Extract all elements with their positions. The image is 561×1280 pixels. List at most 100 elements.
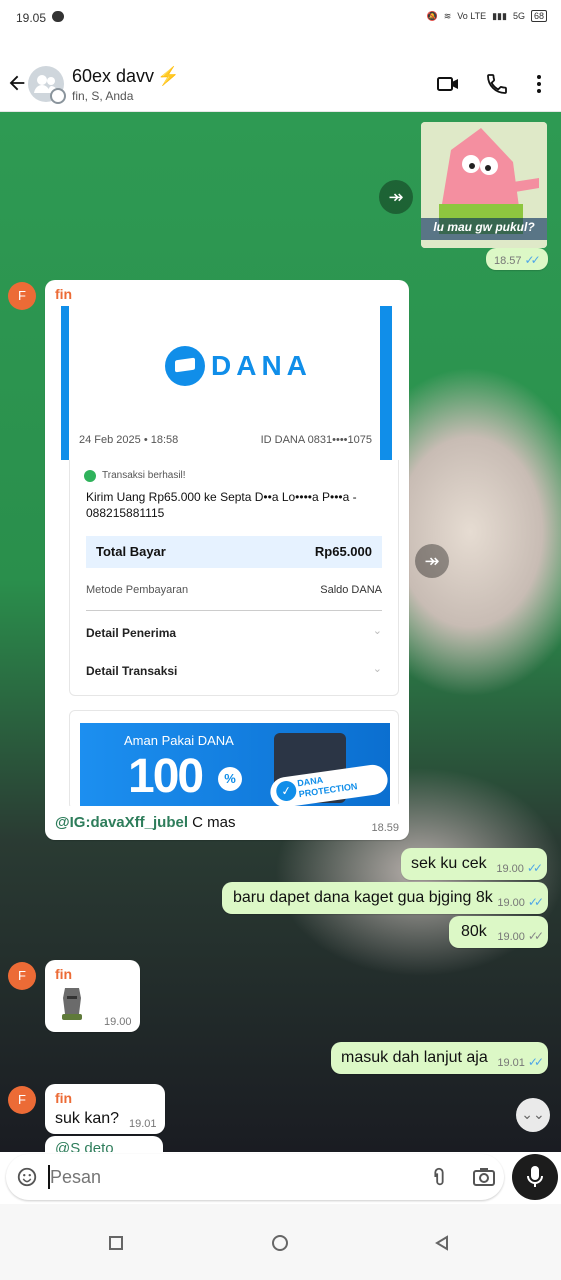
chat-area[interactable]: ↠ lu mau gw pukul? 18.57 ✓✓ F fin DANA 24… (0, 112, 561, 1152)
message-time: 19.00 (104, 1016, 132, 1028)
message-text: suk kan? (55, 1110, 120, 1127)
read-ticks-icon: ✓✓ (527, 895, 544, 909)
sender-name[interactable]: fin (55, 966, 72, 982)
net-label: 5G (512, 11, 525, 21)
message-out-2[interactable]: baru dapet dana kaget gua bjging 8k 19.0… (222, 882, 548, 914)
status-icons: 🔕 ≋ Vo LTE ▮▮▮ 5G 68 (426, 10, 547, 22)
dana-wallet-icon (165, 346, 205, 386)
battery-icon: 68 (530, 10, 547, 22)
moai-sticker-icon (62, 988, 82, 1020)
sticker-caption: lu mau gw pukul? (433, 220, 535, 234)
dana-id: ID DANA 0831••••1075 (260, 434, 372, 446)
method-label: Metode Pembayaran (86, 584, 189, 596)
message-out-1[interactable]: sek ku cek 19.00 ✓✓ (401, 848, 547, 880)
recents-button[interactable] (109, 1236, 123, 1250)
camera-icon[interactable] (472, 1166, 496, 1188)
message-time: 19.00 ✓✓ (497, 929, 544, 943)
total-label: Total Bayar (96, 544, 166, 559)
sticker-message-in[interactable]: fin 19.00 (45, 960, 140, 1032)
back-arrow-icon[interactable] (6, 72, 28, 94)
transaction-date: 24 Feb 2025 • 18:58 (79, 434, 179, 446)
message-text: masuk dah lanjut aja (341, 1049, 488, 1066)
sticker-message-out[interactable]: lu mau gw pukul? (421, 122, 547, 248)
double-chevron-down-icon: ⌄⌄ (521, 1106, 545, 1122)
message-time: 18.59 (371, 822, 399, 834)
detail-transaction: Detail Transaksi (86, 664, 178, 678)
status-bar: 19.05 🔕 ≋ Vo LTE ▮▮▮ 5G 68 (0, 0, 561, 36)
sticker-time-badge: 18.57 ✓✓ (486, 248, 548, 270)
message-out-4[interactable]: masuk dah lanjut aja 19.01 ✓✓ (331, 1042, 548, 1074)
message-in[interactable]: fin suk kan? 19.01 (45, 1084, 165, 1134)
mute-icon: 🔕 (426, 10, 438, 21)
wifi-icon: ≋ (443, 10, 452, 21)
method-value: Saldo DANA (320, 584, 382, 596)
dana-caption: @IG:davaXff_jubel C mas (55, 814, 236, 831)
banner-title: Aman Pakai DANA (124, 733, 234, 748)
partial-text: @S deto (55, 1140, 114, 1152)
volte-label: Vo LTE (457, 11, 487, 21)
sender-name[interactable]: fin (55, 286, 72, 302)
message-out-3[interactable]: 80k 19.00 ✓✓ (449, 916, 548, 948)
video-call-icon[interactable] (436, 72, 460, 96)
transfer-desc-1: Kirim Uang Rp65.000 ke Septa D••a Lo••••… (86, 490, 357, 504)
dana-brand-text: DANA (211, 350, 312, 381)
detail-receiver: Detail Penerima (86, 626, 177, 640)
more-options-icon[interactable] (527, 72, 551, 96)
scroll-down-button[interactable]: ⌄⌄ (516, 1098, 550, 1132)
banner-big-number: 100 (128, 750, 204, 803)
mention-link[interactable]: @IG:davaXff_jubel (55, 814, 188, 831)
sender-name[interactable]: fin (55, 1090, 72, 1106)
message-in-partial[interactable]: @S deto (45, 1136, 163, 1152)
microphone-icon (527, 1166, 543, 1187)
message-text: sek ku cek (411, 855, 487, 872)
group-members: fin, S, Anda (72, 89, 134, 103)
system-nav-bar (0, 1204, 561, 1280)
sender-avatar[interactable]: F (8, 1086, 36, 1114)
dana-logo: DANA (165, 346, 312, 386)
message-text: 80k (461, 923, 487, 940)
status-time: 19.05 (16, 11, 47, 25)
transfer-desc-2: 088215881115 (86, 506, 165, 520)
banner-background: Aman Pakai DANA 100 % DANA PROTECTION ✓ (80, 723, 390, 806)
group-name: 60ex davv (72, 66, 155, 86)
receipt-body: Transaksi berhasil! Kirim Uang Rp65.000 … (69, 460, 399, 696)
success-text: Transaksi berhasil! (102, 470, 186, 481)
status-ring-icon (50, 88, 66, 104)
message-time: 19.00 ✓✓ (496, 861, 543, 875)
signal-icon: ▮▮▮ (492, 10, 507, 21)
message-input-bar (6, 1154, 504, 1200)
chat-notification-icon (52, 11, 64, 22)
chevron-down-icon: ⌄ (372, 663, 382, 675)
dana-promo-banner: Aman Pakai DANA 100 % DANA PROTECTION ✓ (69, 710, 399, 806)
message-time: 19.01 ✓✓ (497, 1055, 544, 1069)
receipt-stripe-left (61, 306, 69, 460)
delivered-ticks-icon: ✓✓ (527, 929, 544, 943)
message-input[interactable] (50, 1162, 420, 1192)
sender-avatar[interactable]: F (8, 282, 36, 310)
total-value: Rp65.000 (314, 544, 372, 559)
receipt-stripe-right (380, 306, 392, 460)
forward-icon[interactable]: ↠ (379, 180, 413, 214)
message-time: 18.57 ✓✓ (494, 253, 541, 267)
read-ticks-icon: ✓✓ (526, 861, 543, 875)
voice-call-icon[interactable] (485, 72, 509, 96)
caption-text: C mas (188, 814, 236, 831)
back-button[interactable] (434, 1235, 450, 1251)
attach-paperclip-icon[interactable] (428, 1166, 450, 1188)
home-button[interactable] (272, 1235, 288, 1251)
shield-check-icon: ✓ (274, 779, 298, 803)
message-time: 19.01 (129, 1118, 157, 1130)
banner-percent: % (218, 767, 242, 791)
chevron-down-icon: ⌄ (372, 625, 382, 637)
voice-record-button[interactable] (512, 1154, 558, 1200)
read-ticks-icon: ✓✓ (527, 1055, 544, 1069)
sender-avatar[interactable]: F (8, 962, 36, 990)
group-title[interactable]: 60ex davv ⚡ (72, 66, 179, 87)
sticker-emoji-icon[interactable] (16, 1166, 38, 1188)
total-row: Total Bayar Rp65.000 (86, 536, 382, 568)
divider (86, 610, 382, 611)
lightning-emoji: ⚡ (157, 66, 180, 86)
dana-receipt-image: DANA 24 Feb 2025 • 18:58 ID DANA 0831•••… (53, 306, 400, 806)
forward-icon[interactable]: ↠ (415, 544, 449, 578)
dana-receipt-message[interactable]: fin DANA 24 Feb 2025 • 18:58 ID DANA 083… (45, 280, 409, 840)
